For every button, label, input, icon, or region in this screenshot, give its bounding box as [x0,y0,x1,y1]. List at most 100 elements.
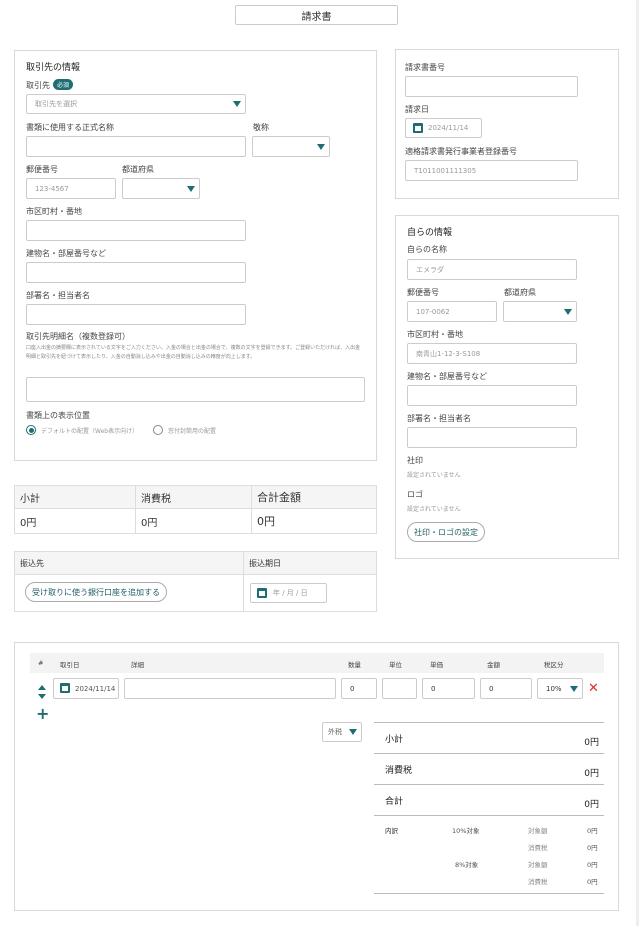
building-input[interactable] [26,262,246,283]
chevron-down-icon [233,101,241,107]
required-badge: 必須 [53,79,74,90]
city-label: 市区町村・番地 [26,207,82,216]
invoice-date-input[interactable]: 2024/11/14 [405,118,482,138]
line-tax-select[interactable]: 10% [537,678,583,699]
totals-tax-header: 消費税 [135,485,252,509]
invoice-no-label: 請求書番号 [405,63,445,72]
client-section-title: 取引先の情報 [26,63,81,73]
self-postal-label: 郵便番号 [407,288,439,297]
self-dept-input[interactable] [407,427,577,448]
self-dept-label: 部署名・担当者名 [407,414,471,423]
prefecture-label: 都道府県 [122,165,154,174]
official-name-input[interactable] [26,136,246,157]
add-row-icon[interactable]: + [36,706,49,722]
seal-logo-settings-button[interactable]: 社印・ロゴの設定 [407,522,485,542]
summary-subtotal-value: 0円 [584,738,599,748]
drag-handle-icon[interactable] [38,684,46,699]
honorific-select[interactable] [252,136,330,157]
calendar-icon [257,588,267,598]
rate8-label: 8%対象 [455,861,479,869]
summary-subtotal-label: 小計 [385,735,404,745]
building-label: 建物名・部屋番号など [26,249,106,258]
summary-tax-value: 0円 [584,769,599,779]
rate8-tax-value: 0円 [587,878,598,886]
line-detail-input[interactable] [124,678,336,699]
official-name-label: 書類に使用する正式名称 [26,123,114,132]
col-qty: 数量 [348,661,361,669]
col-amount: 金額 [487,661,500,669]
self-city-input[interactable]: 南青山1-12-3-S108 [407,343,577,364]
line-unit-price-input[interactable]: 0 [422,678,475,699]
summary-divider [374,815,604,816]
chevron-down-icon [349,729,357,735]
client-label: 取引先 [26,81,50,90]
chevron-down-icon [317,143,325,150]
document-title: 請求書 [301,11,332,23]
col-unit: 単位 [389,661,402,669]
chevron-down-icon [564,308,572,315]
rate10-label: 10%対象 [452,827,480,835]
totals-subtotal-value: 0円 [14,508,136,534]
summary-divider [374,784,604,785]
registration-input[interactable]: T1011001111305 [405,160,578,181]
rate10-tax-label: 消費税 [528,844,548,852]
tax-mode-select[interactable]: 外税 [322,722,362,742]
summary-divider [374,893,604,894]
logo-label: ロゴ [407,490,423,499]
line-qty-input[interactable]: 0 [341,678,377,699]
summary-total-value: 0円 [584,800,599,810]
calendar-icon [413,123,423,133]
col-index: # [38,659,44,667]
totals-subtotal-header: 小計 [14,485,136,509]
radio-envelope-label: 窓付封筒用の配置 [168,428,217,435]
registration-label: 適格請求書発行事業者登録番号 [405,147,517,156]
dept-input[interactable] [26,304,246,325]
rate8-tax-label: 消費税 [528,878,548,886]
col-detail: 詳細 [131,661,144,669]
city-input[interactable] [26,220,246,241]
transfer-dest-header: 振込先 [14,551,244,575]
self-building-input[interactable] [407,385,577,406]
col-date: 取引日 [60,661,80,669]
statement-input[interactable] [26,377,365,402]
summary-divider [374,722,604,723]
rate8-taxable-label: 対象額 [528,861,548,869]
seal-value: 設定されていません [407,472,461,479]
statement-note: 口座入出金の摘要欄に表示されている文字をご入力ください。入金の場合と出金の場合で… [26,345,361,360]
self-postal-input[interactable]: 107-0062 [407,301,497,322]
seal-label: 社印 [407,456,423,465]
postal-label: 郵便番号 [26,165,58,174]
summary-divider [374,753,604,754]
self-name-input[interactable]: エメラダ [407,259,577,280]
col-unit-price: 単価 [430,661,443,669]
postal-input[interactable]: 123-4567 [26,178,116,199]
transfer-due-header: 振込期日 [243,551,377,575]
totals-total-header: 合計金額 [251,485,377,509]
client-select[interactable]: 取引先を選択 [26,94,246,114]
invoice-date-label: 請求日 [405,105,429,114]
add-bank-account-button[interactable]: 受け取りに使う銀行口座を追加する [25,582,167,602]
chevron-down-icon [187,185,195,192]
col-tax-class: 税区分 [544,661,564,669]
radio-default[interactable] [26,425,36,435]
document-title-box[interactable]: 請求書 [235,5,398,25]
rate10-taxable-value: 0円 [587,827,598,835]
display-position-label: 書類上の表示位置 [26,411,90,420]
statement-label: 取引先明細名（複数登録可） [26,332,130,341]
prefecture-select[interactable] [122,178,200,199]
self-prefecture-select[interactable] [503,301,577,322]
line-date-input[interactable]: 2024/11/14 [53,678,119,699]
totals-total-value: 0円 [251,508,377,534]
summary-total-label: 合計 [385,797,404,807]
self-building-label: 建物名・部屋番号など [407,372,487,381]
self-name-label: 自らの名称 [407,245,447,254]
logo-value: 設定されていません [407,506,461,513]
self-city-label: 市区町村・番地 [407,330,463,339]
radio-envelope[interactable] [153,425,163,435]
line-amount-input[interactable]: 0 [480,678,532,699]
due-date-input[interactable]: 年 / 月 / 日 [250,583,327,603]
invoice-no-input[interactable] [405,76,578,97]
delete-row-icon[interactable]: ✕ [588,682,599,695]
rate10-tax-value: 0円 [587,844,598,852]
line-unit-input[interactable] [382,678,417,699]
